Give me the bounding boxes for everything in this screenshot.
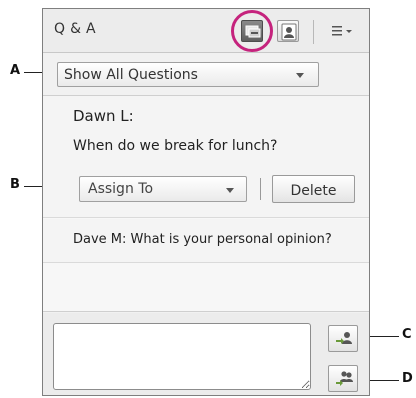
question-text: When do we break for lunch? [73, 138, 278, 154]
question-filter-dropdown[interactable]: Show All Questions [57, 62, 319, 87]
assign-to-value: Assign To [88, 181, 154, 197]
panel-menu-button[interactable] [331, 23, 355, 37]
chevron-down-icon [296, 73, 304, 78]
question-text: What is your personal opinion? [130, 232, 332, 247]
highlight-ring [231, 10, 273, 52]
question-item[interactable]: Dawn L: When do we break for lunch? Assi… [43, 96, 369, 218]
header-divider [313, 20, 314, 44]
participant-view-icon [281, 23, 297, 41]
callout-a-label: A [10, 63, 21, 78]
answer-input[interactable] [53, 323, 311, 390]
delete-button[interactable]: Delete [272, 175, 355, 203]
question-list: Dawn L: When do we break for lunch? Assi… [43, 95, 369, 312]
callout-b-label: B [10, 177, 20, 192]
action-divider [260, 178, 261, 200]
send-to-all-button[interactable] [328, 365, 358, 392]
panel-title: Q & A [54, 21, 96, 37]
question-author: Dawn L: [73, 107, 134, 125]
chevron-down-icon [226, 188, 234, 193]
question-line: Dave M: What is your personal opinion? [73, 232, 332, 247]
compose-area [43, 313, 369, 395]
callout-d-label: D [402, 371, 413, 386]
send-all-icon [336, 371, 353, 386]
callout-c-label: C [402, 327, 412, 342]
qa-panel: Q & A Show All Questions Dawn L: When do… [42, 8, 370, 396]
question-author: Dave M: [73, 232, 127, 247]
send-to-asker-button[interactable] [328, 325, 358, 352]
panel-menu-icon [332, 26, 352, 36]
panel-header: Q & A [43, 9, 369, 53]
question-item[interactable]: Dave M: What is your personal opinion? [43, 219, 369, 263]
participant-view-button[interactable] [277, 20, 299, 42]
send-private-icon [336, 332, 352, 344]
assign-to-dropdown[interactable]: Assign To [79, 176, 247, 202]
question-filter-value: Show All Questions [64, 67, 198, 83]
